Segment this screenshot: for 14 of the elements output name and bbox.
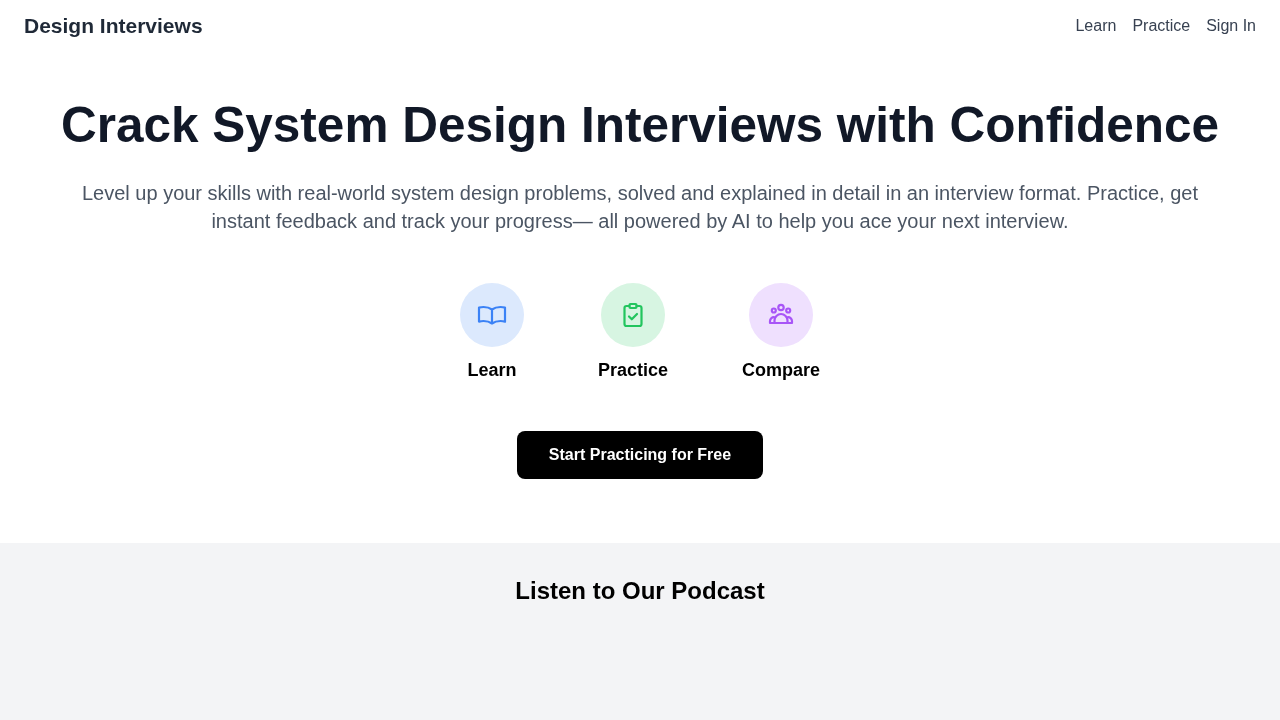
people-group-icon <box>749 283 814 347</box>
start-practicing-button[interactable]: Start Practicing for Free <box>516 431 764 479</box>
open-book-icon <box>459 283 524 347</box>
clipboard-check-icon <box>601 283 665 347</box>
feature-label: Compare <box>742 359 821 382</box>
podcast-heading: Listen to Our Podcast <box>515 576 765 606</box>
feature-label: Practice <box>597 359 668 382</box>
hero-description: Level up your skills with real-world system design problems, solved and explained in detail in an interview format. Practice, get instant feedback and track your progress— all powered by AI to help you ace your next interview. <box>80 181 1200 234</box>
nav-link[interactable]: Practice <box>1132 17 1191 35</box>
nav-link[interactable]: Learn <box>1075 17 1117 35</box>
nav-link[interactable]: Sign In <box>1206 17 1256 35</box>
feature-label: Learn <box>467 359 517 382</box>
site-brand[interactable]: Design Interviews <box>24 14 203 38</box>
hero-heading: Crack System Design Interviews with Confidence <box>60 96 1220 154</box>
